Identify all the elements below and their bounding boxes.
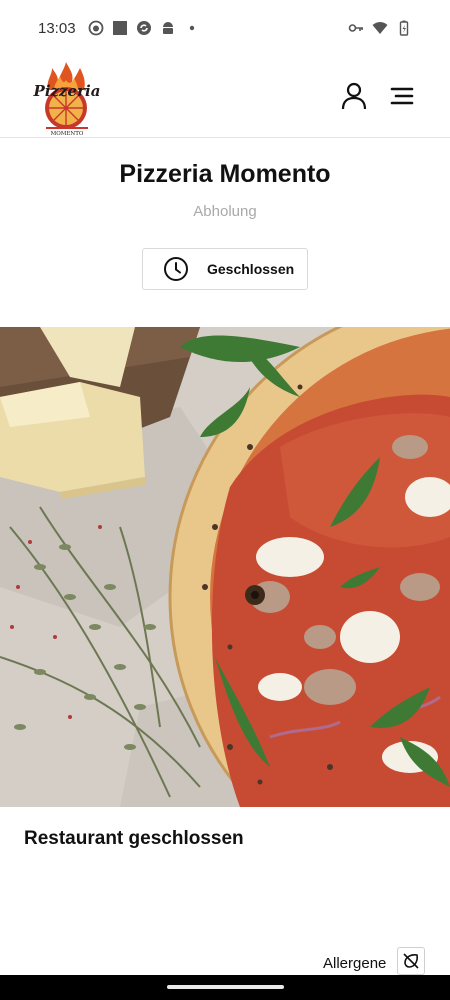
vpn-key-icon	[348, 24, 363, 32]
restaurant-name: Pizzeria Momento	[119, 160, 331, 188]
wifi-icon	[372, 22, 388, 34]
android-icon	[162, 22, 173, 34]
restaurant-closed-notice: Restaurant geschlossen	[24, 828, 244, 849]
pizza-photo	[0, 327, 450, 807]
app-header: Pizzeria MOMENTO	[0, 56, 450, 138]
opening-status-button[interactable]: Geschlossen	[142, 248, 308, 290]
status-right-icons	[348, 20, 412, 36]
status-bar: 13:03	[0, 0, 450, 56]
clock-icon	[164, 257, 188, 281]
logo-subtext: MOMENTO	[51, 131, 84, 136]
sync-icon	[136, 21, 151, 35]
logo-text: Pizzeria	[33, 82, 101, 100]
allergen-icon	[403, 953, 419, 969]
opening-status-label: Geschlossen	[207, 261, 295, 277]
allergene-link[interactable]: Allergene	[323, 955, 386, 972]
status-left-icons	[88, 20, 200, 36]
battery-icon	[399, 20, 409, 36]
hero-pizza-image	[0, 327, 450, 807]
system-nav-bar	[0, 975, 450, 1000]
order-mode[interactable]: Abholung	[0, 203, 450, 220]
dot-icon	[189, 25, 194, 31]
face-icon	[88, 20, 103, 36]
home-gesture-handle[interactable]	[167, 985, 284, 989]
pizzeria-logo[interactable]: Pizzeria MOMENTO	[32, 58, 102, 136]
hamburger-menu-icon[interactable]	[386, 80, 418, 112]
allergene-button[interactable]	[397, 947, 425, 975]
square-icon	[112, 21, 127, 35]
user-icon[interactable]	[338, 80, 370, 112]
status-time: 13:03	[38, 19, 76, 37]
